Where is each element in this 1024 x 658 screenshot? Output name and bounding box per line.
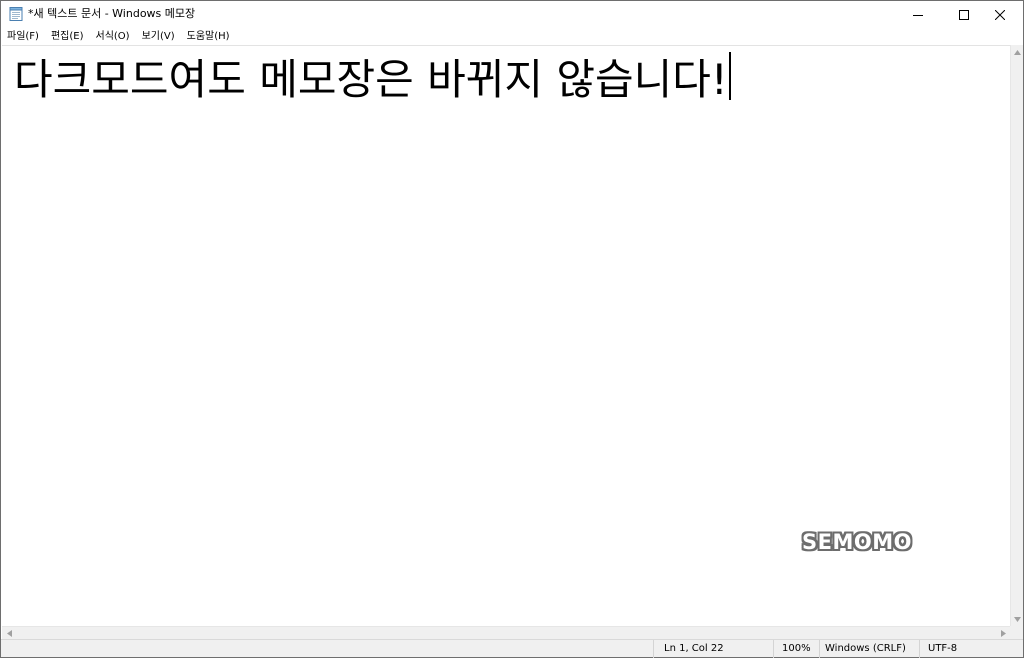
scroll-up-button[interactable]: [1011, 45, 1023, 59]
watermark-logo: SEMOMO: [802, 530, 912, 554]
scroll-down-button[interactable]: [1011, 612, 1023, 626]
menu-bar: 파일(F) 편집(E) 서식(O) 보기(V) 도움말(H): [1, 28, 1023, 45]
maximize-icon: [959, 9, 969, 20]
status-cursor-position: Ln 1, Col 22: [653, 640, 773, 658]
title-bar[interactable]: *새 텍스트 문서 - Windows 메모장: [1, 1, 1023, 28]
status-line-ending: Windows (CRLF): [819, 640, 919, 658]
status-bar: Ln 1, Col 22 100% Windows (CRLF) UTF-8: [1, 639, 1023, 658]
close-icon: [995, 9, 1005, 20]
menu-file[interactable]: 파일(F): [1, 30, 45, 44]
window-title: *새 텍스트 문서 - Windows 메모장: [28, 7, 196, 20]
notepad-icon[interactable]: [8, 6, 24, 22]
scrollbar-corner: [1010, 626, 1023, 639]
scroll-right-button[interactable]: [996, 627, 1010, 639]
scroll-up-icon: [1013, 49, 1021, 55]
close-button[interactable]: [977, 1, 1023, 28]
menu-help[interactable]: 도움말(H): [181, 30, 236, 44]
menu-view[interactable]: 보기(V): [136, 30, 181, 44]
scroll-left-button[interactable]: [2, 627, 16, 639]
editor-text[interactable]: 다크모드여도 메모장은 바뀌지 않습니다!: [14, 55, 728, 104]
notepad-window: *새 텍스트 문서 - Windows 메모장 파일(F) 편집(E) 서식(O…: [0, 0, 1024, 658]
scroll-left-icon: [6, 629, 12, 637]
minimize-icon: [913, 14, 923, 16]
horizontal-scrollbar[interactable]: [2, 626, 1010, 639]
menu-edit[interactable]: 편집(E): [45, 30, 90, 44]
status-zoom: 100%: [773, 640, 819, 658]
scroll-down-icon: [1013, 616, 1021, 622]
vertical-scrollbar[interactable]: [1010, 45, 1023, 626]
status-encoding: UTF-8: [919, 640, 1023, 658]
minimize-button[interactable]: [895, 1, 941, 28]
menu-format[interactable]: 서식(O): [90, 30, 136, 44]
editor-content[interactable]: 다크모드여도 메모장은 바뀌지 않습니다!: [14, 52, 731, 105]
scroll-right-icon: [1000, 629, 1006, 637]
text-caret: [728, 52, 731, 100]
